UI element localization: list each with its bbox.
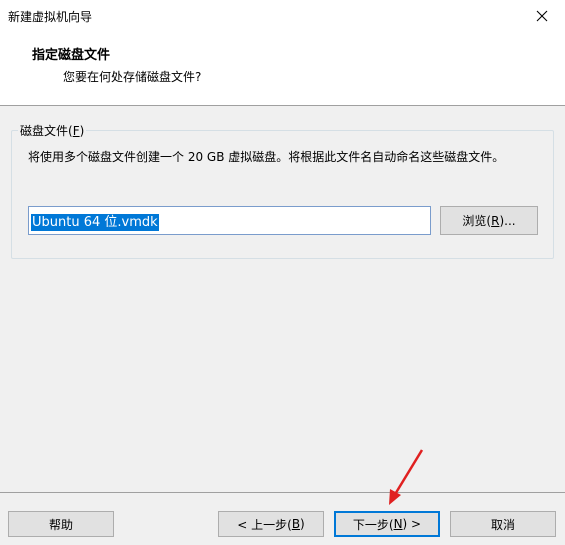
close-button[interactable]	[519, 0, 565, 32]
footer: 帮助 < 上一步(B) 下一步(N) > 取消	[0, 492, 565, 545]
disk-file-input-value: Ubuntu 64 位.vmdk	[31, 214, 159, 231]
help-button[interactable]: 帮助	[8, 511, 114, 537]
back-button[interactable]: < 上一步(B)	[218, 511, 324, 537]
page-title: 指定磁盘文件	[32, 48, 111, 63]
browse-button[interactable]: 浏览(R)...	[440, 206, 538, 235]
title-bar: 新建虚拟机向导	[0, 0, 565, 32]
disk-file-group-label: 磁盘文件(F)	[18, 122, 87, 139]
header-panel: 指定磁盘文件 您要在何处存储磁盘文件?	[0, 32, 565, 106]
disk-file-description: 将使用多个磁盘文件创建一个 20 GB 虚拟磁盘。将根据此文件名自动命名这些磁盘…	[28, 150, 505, 164]
disk-file-input[interactable]: Ubuntu 64 位.vmdk	[28, 206, 431, 235]
main-content: 磁盘文件(F) 将使用多个磁盘文件创建一个 20 GB 虚拟磁盘。将根据此文件名…	[0, 106, 565, 492]
page-subtitle: 您要在何处存储磁盘文件?	[63, 70, 202, 84]
cancel-button[interactable]: 取消	[450, 511, 556, 537]
window-title: 新建虚拟机向导	[8, 10, 93, 24]
close-icon	[536, 10, 548, 22]
next-button[interactable]: 下一步(N) >	[334, 511, 440, 537]
